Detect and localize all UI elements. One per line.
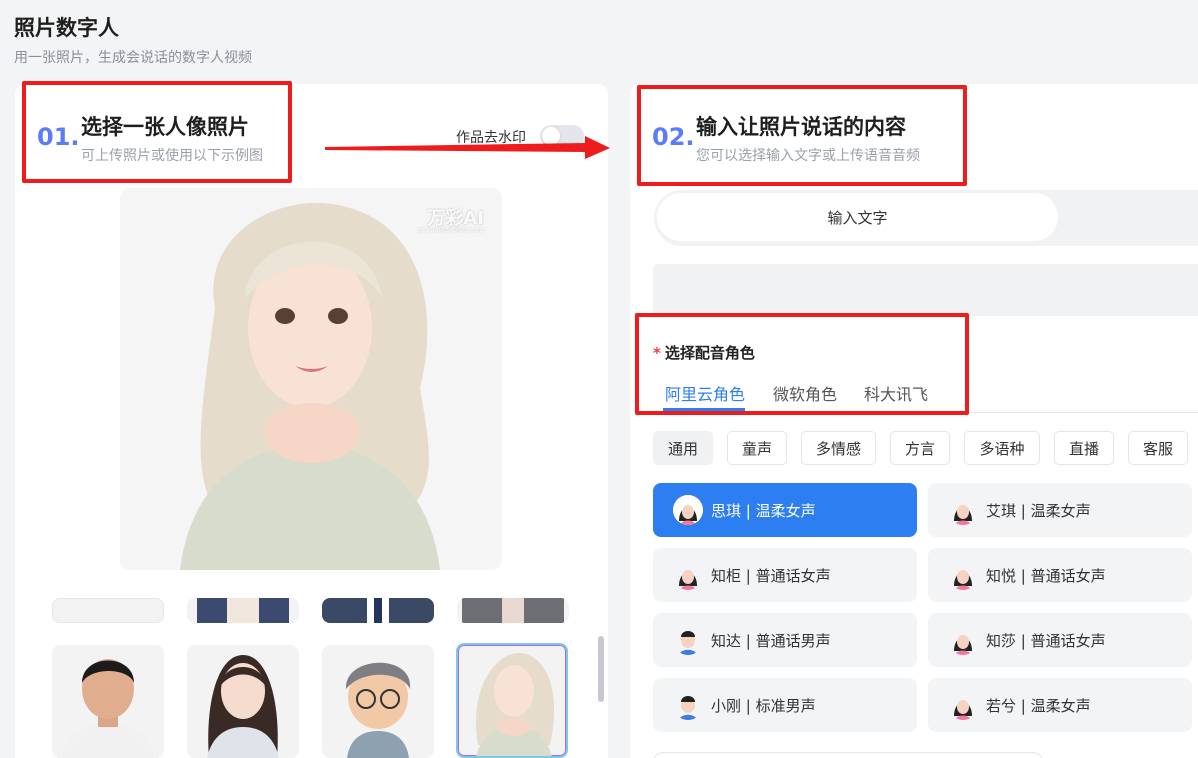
sample-thumbnail[interactable] [52, 645, 164, 758]
tab-input-text[interactable]: 输入文字 [657, 193, 1058, 241]
female-avatar-icon [673, 560, 703, 590]
female-avatar-icon [948, 625, 978, 655]
cartoon-boy-thumb [345, 662, 411, 758]
annotation-box-voice-role [635, 313, 969, 415]
voice-card[interactable]: 艾琪 | 温柔女声 [928, 483, 1192, 537]
voice-card-label: 艾琪 | 温柔女声 [986, 501, 1091, 520]
voice-card-label: 若兮 | 温柔女声 [986, 696, 1091, 715]
blonde-woman-thumb [476, 653, 555, 756]
voice-card[interactable]: 知柜 | 普通话女声 [653, 548, 917, 602]
sample-thumbnail[interactable] [52, 598, 164, 623]
voice-card[interactable]: 知悦 | 普通话女声 [928, 548, 1192, 602]
man-portrait-thumb [62, 659, 154, 758]
portrait-illustration [180, 202, 440, 570]
category-chip-general[interactable]: 通用 [653, 431, 713, 465]
female-avatar-icon [948, 690, 978, 720]
category-chip-multilingual[interactable]: 多语种 [964, 431, 1040, 465]
voice-card[interactable]: 知达 | 普通话男声 [653, 613, 917, 667]
sample-thumbnail[interactable] [187, 598, 299, 623]
category-chip-emotion[interactable]: 多情感 [801, 431, 876, 465]
category-chip-service[interactable]: 客服 [1128, 431, 1188, 465]
voice-card[interactable]: 知莎 | 普通话女声 [928, 613, 1192, 667]
sample-thumbnail[interactable] [322, 598, 434, 623]
voice-card-label: 知悦 | 普通话女声 [986, 566, 1106, 585]
sample-thumbnail-selected[interactable] [456, 643, 568, 758]
annotation-box-step-2 [637, 85, 967, 186]
female-avatar-icon [948, 495, 978, 525]
thumbnail-scrollbar[interactable] [598, 636, 604, 702]
suit-man-thumb [322, 598, 434, 623]
voice-card-label: 思琪 | 温柔女声 [711, 501, 816, 520]
woman-portrait-thumb [207, 655, 279, 758]
voice-card-label: 知莎 | 普通话女声 [986, 631, 1106, 650]
voice-card[interactable]: 思琪 | 温柔女声 [653, 483, 917, 537]
male-avatar-icon [673, 625, 703, 655]
voice-card-label: 小刚 | 标准男声 [711, 696, 816, 715]
female-avatar-icon [673, 495, 703, 525]
category-chip-child[interactable]: 童声 [727, 431, 787, 465]
selected-portrait-image[interactable]: 万彩AI ai.kuaijian365.com [120, 188, 502, 570]
male-avatar-icon [673, 690, 703, 720]
sample-thumbnail[interactable] [457, 598, 569, 623]
suit-woman-thumb [197, 598, 289, 623]
female-avatar-icon [948, 560, 978, 590]
voice-card-label: 知柜 | 普通话女声 [711, 566, 831, 585]
text-content-input[interactable] [653, 264, 1198, 316]
sample-thumbnail[interactable] [322, 645, 434, 758]
voice-card[interactable]: 小刚 | 标准男声 [653, 678, 917, 732]
category-chip-live[interactable]: 直播 [1054, 431, 1114, 465]
watermark-url: ai.kuaijian365.com [417, 226, 484, 234]
jacket-woman-thumb [462, 598, 564, 623]
arrow-right [325, 136, 610, 159]
sample-thumbnail[interactable] [187, 645, 299, 758]
category-chip-dialect[interactable]: 方言 [890, 431, 950, 465]
voice-card[interactable]: 若兮 | 温柔女声 [928, 678, 1192, 732]
more-options-bar[interactable] [653, 752, 1043, 758]
voice-card-label: 知达 | 普通话男声 [711, 631, 831, 650]
